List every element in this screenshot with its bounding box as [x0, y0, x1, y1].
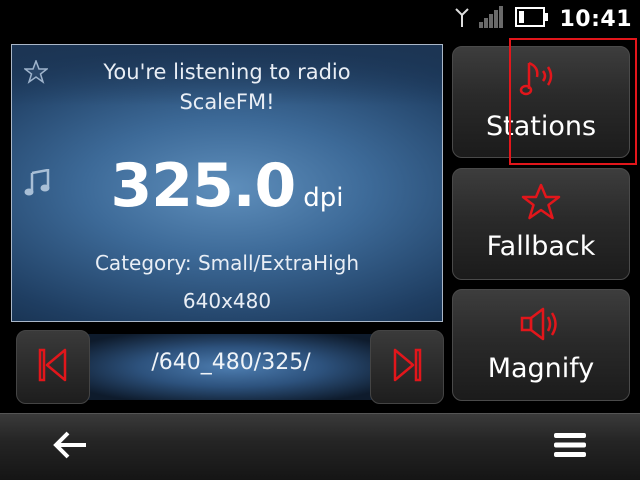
previous-button[interactable]	[16, 330, 90, 404]
preset-path: /640_480/325/	[151, 350, 311, 375]
bottom-toolbar	[0, 413, 640, 480]
listening-text: You're listening to radio	[103, 60, 351, 84]
antenna-icon	[455, 6, 470, 32]
menu-icon	[553, 432, 587, 462]
magnify-button[interactable]: Magnify	[452, 289, 630, 401]
star-outline-icon	[453, 183, 629, 221]
music-sound-icon	[453, 57, 629, 101]
resolution-label: 640x480	[182, 289, 272, 313]
preset-bar: /640_480/325/	[16, 330, 444, 404]
category-label: Category: Small/ExtraHigh	[94, 251, 360, 275]
speaker-icon	[453, 306, 629, 342]
skip-next-icon	[391, 348, 423, 386]
frequency-display: 325.0 dpi	[12, 151, 442, 221]
status-indicators: 10:41	[455, 6, 632, 32]
back-button[interactable]	[40, 426, 100, 468]
stations-button[interactable]: Stations	[452, 46, 630, 158]
back-arrow-icon	[52, 431, 88, 463]
fallback-label: Fallback	[486, 231, 596, 262]
menu-button[interactable]	[540, 426, 600, 468]
skip-previous-icon	[37, 348, 69, 386]
station-name: ScaleFM!	[179, 90, 275, 114]
now-playing-panel: You're listening to radio ScaleFM! 325.0…	[11, 44, 443, 322]
battery-icon	[515, 7, 549, 31]
fallback-button[interactable]: Fallback	[452, 168, 630, 280]
clock: 10:41	[559, 6, 632, 32]
signal-icon	[479, 6, 505, 32]
frequency-value: 325.0	[110, 151, 296, 221]
next-button[interactable]	[370, 330, 444, 404]
magnify-label: Magnify	[487, 353, 595, 384]
frequency-unit: dpi	[303, 183, 344, 213]
stations-label: Stations	[485, 111, 597, 142]
status-bar: 10:41	[0, 0, 640, 36]
